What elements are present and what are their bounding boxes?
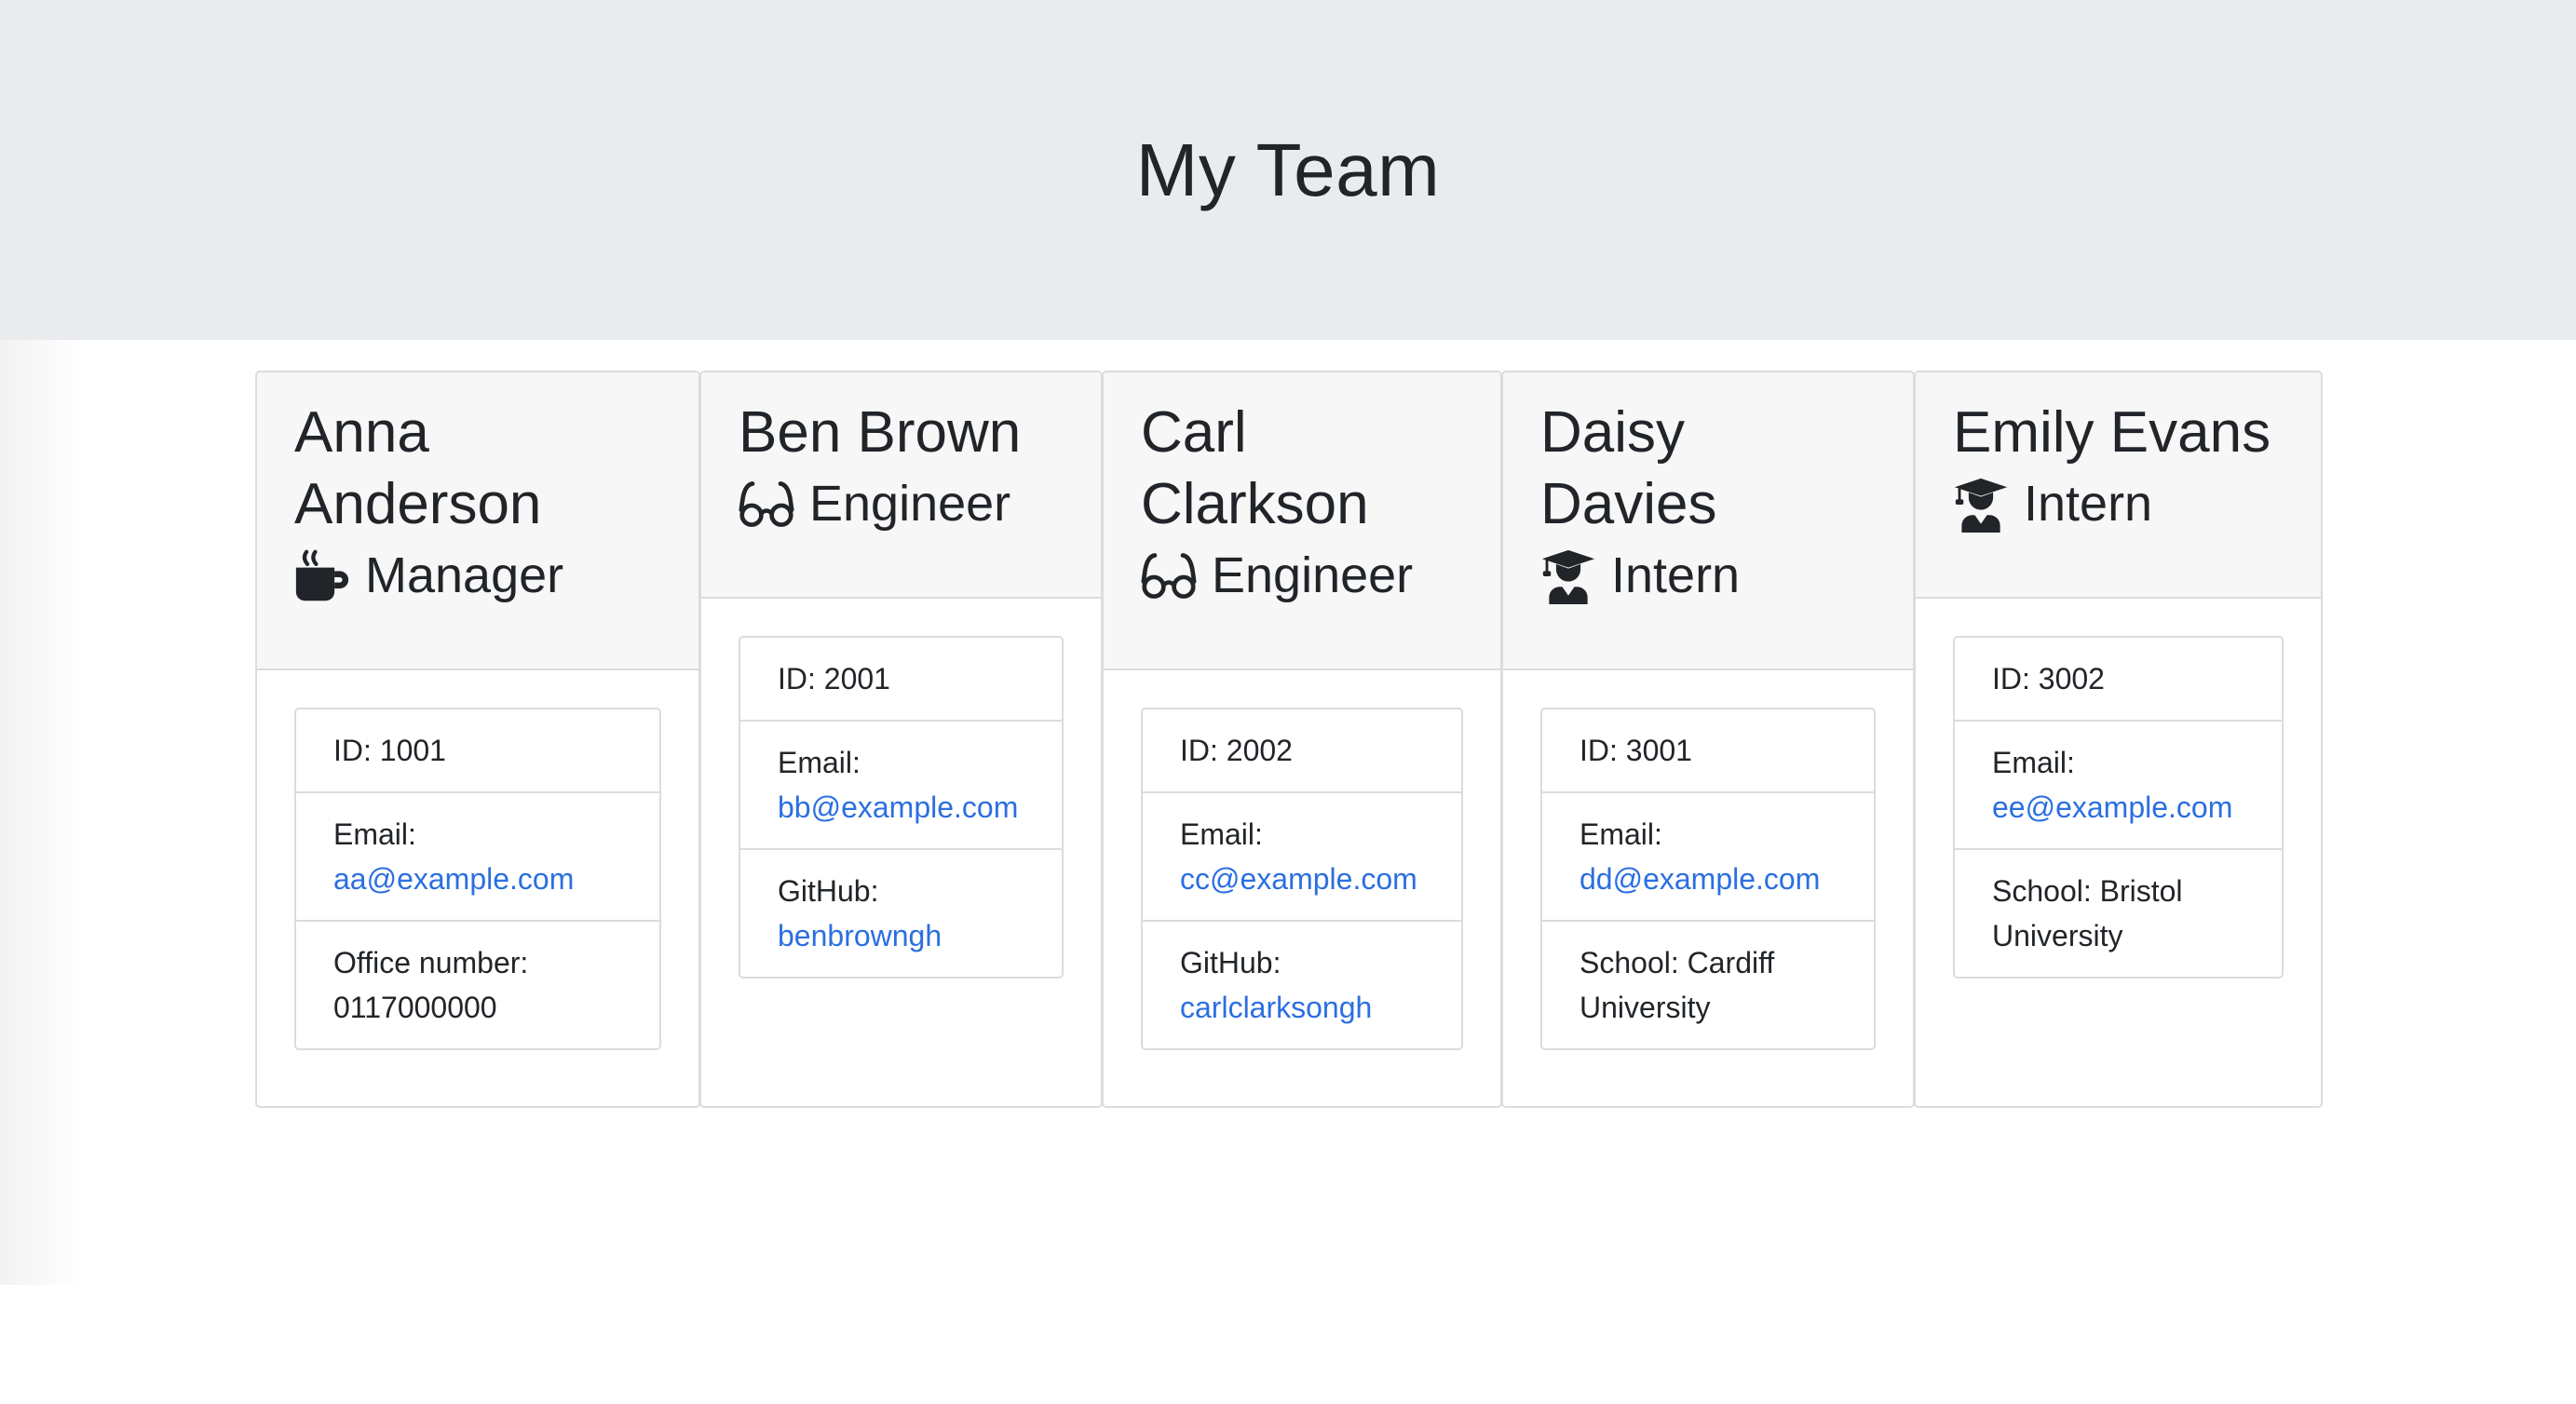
id-text: ID: 3001 xyxy=(1579,734,1692,767)
id-item: ID: 2001 xyxy=(740,638,1062,722)
school-label: School: xyxy=(1992,874,2092,908)
card-body: ID: 3002 Email: ee@example.com School: B… xyxy=(1916,599,2321,979)
email-item: Email: dd@example.com xyxy=(1542,793,1874,922)
github-link[interactable]: carlclarksongh xyxy=(1180,991,1372,1024)
info-list: ID: 3001 Email: dd@example.com School: C… xyxy=(1540,708,1876,1050)
email-link[interactable]: cc@example.com xyxy=(1180,862,1417,896)
page-header: My Team xyxy=(0,0,2576,340)
school-item: School: Cardiff University xyxy=(1542,922,1874,1048)
office-number-item: Office number: 0117000000 xyxy=(296,922,659,1048)
id-item: ID: 3002 xyxy=(1955,638,2282,722)
employee-role: Manager xyxy=(294,540,661,612)
info-list: ID: 2001 Email: bb@example.com GitHub: b… xyxy=(739,636,1064,979)
graduate-icon xyxy=(1540,548,1596,604)
info-list: ID: 2002 Email: cc@example.com GitHub: c… xyxy=(1141,708,1463,1050)
employee-card-anna-anderson: Anna Anderson Manager ID: 1001 Email: aa… xyxy=(255,371,700,1108)
office-number-value: 0117000000 xyxy=(333,991,497,1024)
role-label: Intern xyxy=(2024,476,2153,532)
card-body: ID: 2002 Email: cc@example.com GitHub: c… xyxy=(1104,670,1500,1050)
mug-icon xyxy=(294,548,350,604)
email-link[interactable]: ee@example.com xyxy=(1992,790,2232,824)
glasses-icon xyxy=(739,477,794,533)
id-text: ID: 1001 xyxy=(333,734,446,767)
employee-name: Carl Clarkson xyxy=(1141,400,1369,536)
office-number-label: Office number: xyxy=(333,946,529,979)
school-item: School: Bristol University xyxy=(1955,850,2282,977)
email-label: Email: xyxy=(1180,817,1263,851)
page: My Team Anna Anderson Manager ID: 1001 E… xyxy=(0,0,2576,1404)
id-item: ID: 1001 xyxy=(296,709,659,793)
employee-role: Intern xyxy=(1540,540,1876,612)
github-item: GitHub: benbrowngh xyxy=(740,850,1062,977)
email-label: Email: xyxy=(1579,817,1662,851)
employee-card-carl-clarkson: Carl Clarkson Engineer ID: 2002 Email: c… xyxy=(1102,371,1502,1108)
email-label: Email: xyxy=(333,817,416,851)
employee-card-daisy-davies: Daisy Davies Intern ID: 3001 Email: dd@e… xyxy=(1501,371,1915,1108)
role-label: Intern xyxy=(1611,547,1741,603)
employee-card-emily-evans: Emily Evans Intern ID: 3002 Email: ee@ex… xyxy=(1914,371,2323,1108)
glasses-icon xyxy=(1141,548,1197,604)
employee-role: Engineer xyxy=(739,468,1064,540)
employee-role: Engineer xyxy=(1141,540,1463,612)
employee-card-ben-brown: Ben Brown Engineer ID: 2001 Email: bb@ex… xyxy=(699,371,1103,1108)
employee-name: Ben Brown xyxy=(739,400,1022,465)
role-label: Engineer xyxy=(809,476,1011,532)
employee-name: Emily Evans xyxy=(1953,400,2271,465)
email-link[interactable]: aa@example.com xyxy=(333,862,574,896)
email-label: Email: xyxy=(1992,746,2075,779)
card-body: ID: 2001 Email: bb@example.com GitHub: b… xyxy=(701,599,1101,979)
email-item: Email: ee@example.com xyxy=(1955,722,2282,850)
card-header: Ben Brown Engineer xyxy=(701,372,1101,599)
employee-name: Anna Anderson xyxy=(294,400,542,536)
info-list: ID: 1001 Email: aa@example.com Office nu… xyxy=(294,708,661,1050)
email-link[interactable]: bb@example.com xyxy=(778,790,1018,824)
id-item: ID: 2002 xyxy=(1143,709,1461,793)
card-header: Daisy Davies Intern xyxy=(1503,372,1913,670)
employee-name: Daisy Davies xyxy=(1540,400,1717,536)
id-item: ID: 3001 xyxy=(1542,709,1874,793)
role-label: Engineer xyxy=(1212,547,1414,603)
card-body: ID: 1001 Email: aa@example.com Office nu… xyxy=(257,670,698,1050)
card-header: Carl Clarkson Engineer xyxy=(1104,372,1500,670)
email-item: Email: cc@example.com xyxy=(1143,793,1461,922)
email-item: Email: aa@example.com xyxy=(296,793,659,922)
page-title: My Team xyxy=(1135,128,1441,211)
github-label: GitHub: xyxy=(778,874,879,908)
card-body: ID: 3001 Email: dd@example.com School: C… xyxy=(1503,670,1913,1050)
employee-role: Intern xyxy=(1953,468,2284,540)
card-header: Anna Anderson Manager xyxy=(257,372,698,670)
role-label: Manager xyxy=(365,547,564,603)
email-item: Email: bb@example.com xyxy=(740,722,1062,850)
school-label: School: xyxy=(1579,946,1679,979)
github-item: GitHub: carlclarksongh xyxy=(1143,922,1461,1048)
email-link[interactable]: dd@example.com xyxy=(1579,862,1820,896)
github-label: GitHub: xyxy=(1180,946,1281,979)
team-cards: Anna Anderson Manager ID: 1001 Email: aa… xyxy=(255,371,2323,1110)
info-list: ID: 3002 Email: ee@example.com School: B… xyxy=(1953,636,2284,979)
id-text: ID: 3002 xyxy=(1992,662,2105,695)
email-label: Email: xyxy=(778,746,861,779)
id-text: ID: 2001 xyxy=(778,662,890,695)
card-header: Emily Evans Intern xyxy=(1916,372,2321,599)
graduate-icon xyxy=(1953,477,2009,533)
github-link[interactable]: benbrowngh xyxy=(778,919,942,952)
id-text: ID: 2002 xyxy=(1180,734,1293,767)
